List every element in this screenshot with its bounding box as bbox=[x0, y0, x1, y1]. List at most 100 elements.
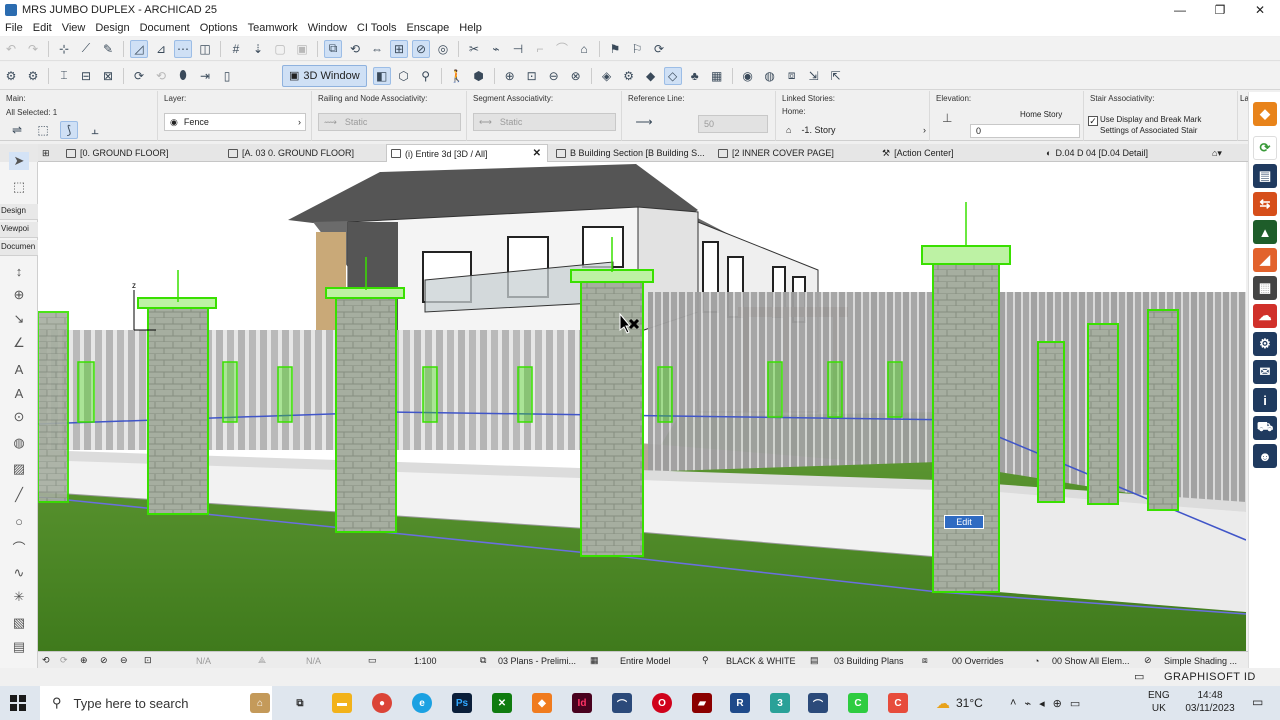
angle-dimension-tool-icon[interactable]: ∠ bbox=[9, 334, 29, 352]
window-icon[interactable]: ▭ bbox=[1134, 670, 1144, 683]
settings-gear-icon[interactable]: ⚙ bbox=[1253, 332, 1277, 356]
indesign-icon[interactable]: Id bbox=[572, 693, 592, 713]
label-tool-icon[interactable]: A bbox=[9, 384, 29, 402]
maximize-button[interactable]: ❐ bbox=[1200, 0, 1240, 20]
edge-icon[interactable]: e bbox=[412, 693, 432, 713]
section-icon[interactable]: ⊟ bbox=[77, 67, 95, 85]
xbox-icon[interactable]: ✕ bbox=[492, 693, 512, 713]
layer-combo-icon[interactable]: ⧉ bbox=[480, 653, 486, 668]
reference-line-field[interactable]: 50 bbox=[698, 115, 768, 133]
pen-set-value[interactable]: BLACK & WHITE bbox=[726, 653, 796, 668]
orientation-icon[interactable]: ⟁ bbox=[258, 653, 266, 668]
model-view-value[interactable]: Entire Model bbox=[620, 653, 671, 668]
tab-inner-cover-page[interactable]: [2 INNER COVER PAGE] bbox=[714, 144, 876, 162]
close-button[interactable]: ✕ bbox=[1240, 0, 1280, 20]
menu-ci-tools[interactable]: CI Tools bbox=[352, 22, 402, 34]
graphisoft-id-label[interactable]: GRAPHISOFT ID bbox=[1164, 671, 1256, 683]
orbit-icon[interactable]: ⊘ bbox=[412, 39, 430, 58]
layer-dropdown[interactable]: ◉ Fence › bbox=[164, 113, 306, 131]
fit-window-icon[interactable]: ⊡ bbox=[144, 653, 152, 668]
tab-d04-detail[interactable]: ◐ D.04 D 04 [D.04 Detail] bbox=[1042, 144, 1202, 162]
tab-list-dropdown[interactable]: ⌂▾ bbox=[1208, 144, 1244, 162]
zone-tool-icon[interactable]: ⊙ bbox=[9, 408, 29, 426]
tab-building-section[interactable]: B Building Section [B Building S... bbox=[552, 144, 712, 162]
menu-design[interactable]: Design bbox=[90, 22, 134, 34]
refresh-icon[interactable]: ⟳ bbox=[130, 67, 148, 85]
3d-viewport[interactable]: z Edit bbox=[38, 162, 1246, 651]
elevate-icon[interactable]: ⊞ bbox=[390, 39, 408, 58]
menu-options[interactable]: Options bbox=[195, 22, 243, 34]
home-story-label[interactable]: Home Story bbox=[1020, 110, 1062, 119]
file-explorer-icon[interactable]: ▬ bbox=[332, 693, 352, 713]
walk-icon[interactable]: 🚶 bbox=[448, 67, 466, 85]
zoom-out-3d-icon[interactable]: ⊖ bbox=[545, 67, 563, 85]
design-palette-label[interactable]: Design bbox=[0, 204, 38, 220]
sketchup-icon[interactable]: ◆ bbox=[532, 693, 552, 713]
menu-help[interactable]: Help bbox=[454, 22, 487, 34]
slab-icon[interactable]: ▦ bbox=[708, 67, 726, 85]
house-app-icon[interactable]: ⌂ bbox=[250, 693, 270, 713]
autocad-icon[interactable]: ▰ bbox=[692, 693, 712, 713]
camera-icon[interactable]: ◉ bbox=[739, 67, 757, 85]
hatch-tool-icon[interactable]: ◍ bbox=[9, 434, 29, 452]
chevron-up-icon[interactable]: ˄ bbox=[1010, 697, 1016, 709]
tab-entire-3d[interactable]: (i) Entire 3d [3D / All] ✕ bbox=[386, 144, 548, 162]
account-icon[interactable]: ☻ bbox=[1253, 444, 1277, 468]
menu-file[interactable]: File bbox=[0, 22, 28, 34]
undo-zoom-icon[interactable]: ⟲ bbox=[42, 653, 50, 668]
tab-ground-floor[interactable]: [0. GROUND FLOOR] bbox=[62, 144, 222, 162]
undo-icon[interactable]: ↶ bbox=[2, 40, 20, 58]
scale-icon[interactable]: ▭ bbox=[368, 653, 377, 668]
adjust-icon[interactable]: ⊣ bbox=[509, 40, 527, 58]
scale-value[interactable]: 1:100 bbox=[414, 653, 437, 668]
redo-zoom-icon[interactable]: ⟳ bbox=[60, 653, 68, 668]
dimension-icon[interactable]: ⇲ bbox=[805, 67, 823, 85]
shading-value[interactable]: Simple Shading ... bbox=[1164, 653, 1237, 668]
layer-settings-icon[interactable]: ⧉ bbox=[324, 39, 342, 58]
document-palette-label[interactable]: Documen bbox=[0, 240, 38, 256]
menu-edit[interactable]: Edit bbox=[28, 22, 57, 34]
explore-icon[interactable]: ⬢ bbox=[470, 67, 488, 85]
drawing-tool-icon[interactable]: ▤ bbox=[9, 638, 29, 656]
favorites-icon[interactable]: ⟆ bbox=[60, 121, 78, 139]
arc-tool-icon[interactable]: ⌒ bbox=[9, 538, 29, 556]
weather-widget[interactable]: ☁ 31°C bbox=[936, 686, 983, 720]
tab-overview-icon[interactable]: ⊞ bbox=[38, 144, 62, 162]
rebuild-icon[interactable]: ⟲ bbox=[152, 67, 170, 85]
pen-set-icon[interactable]: ⚲ bbox=[702, 653, 709, 668]
3dsmax-icon[interactable]: 3 bbox=[770, 693, 790, 713]
menu-window[interactable]: Window bbox=[303, 22, 352, 34]
railing-settings-icon[interactable]: ⫠ bbox=[86, 121, 104, 139]
menu-view[interactable]: View bbox=[57, 22, 91, 34]
book-icon[interactable]: ◢ bbox=[1253, 248, 1277, 272]
pick-up-parameters-icon[interactable]: ⊹ bbox=[55, 40, 73, 58]
library-icon[interactable]: ▤ bbox=[1253, 164, 1277, 188]
checker-icon[interactable]: ▦ bbox=[1253, 276, 1277, 300]
constraint-icon[interactable]: ⋯ bbox=[174, 39, 192, 58]
arrow-tool-icon[interactable]: ➤ bbox=[9, 152, 29, 170]
reference-icon[interactable]: ▣ bbox=[293, 40, 311, 58]
edit-chip[interactable]: Edit bbox=[944, 515, 984, 529]
gravity-icon[interactable]: ⇣ bbox=[249, 40, 267, 58]
segment-dropdown[interactable]: ⟷ Static bbox=[473, 113, 616, 131]
reference-arrow-icon[interactable]: ⟶ bbox=[630, 113, 658, 131]
zoom-out-icon[interactable]: ⊖ bbox=[120, 653, 128, 668]
eyedropper-icon[interactable]: ✎ bbox=[99, 40, 117, 58]
sun-icon[interactable]: ◆ bbox=[642, 67, 660, 85]
measure-icon[interactable]: ⟋ bbox=[77, 40, 95, 58]
trim-icon[interactable]: ✂ bbox=[465, 40, 483, 58]
fill-tool-icon[interactable]: ▨ bbox=[9, 460, 29, 478]
radial-dimension-tool-icon[interactable]: ↘ bbox=[9, 310, 29, 328]
snap-guides-icon[interactable]: ⊿ bbox=[152, 40, 170, 58]
recorder-icon[interactable]: C bbox=[888, 693, 908, 713]
offset-icon[interactable]: ⌂ bbox=[575, 40, 593, 58]
layout-book-icon[interactable]: ⚙ bbox=[2, 67, 20, 85]
teamwork-reserve-icon[interactable]: ⚐ bbox=[628, 40, 646, 58]
tree-icon[interactable]: ▲ bbox=[1253, 220, 1277, 244]
hotspot-tool-icon[interactable]: ✳ bbox=[9, 588, 29, 606]
selection-3d-icon[interactable]: ◇ bbox=[663, 66, 682, 85]
fillet-icon[interactable]: ⌒ bbox=[553, 40, 571, 58]
fit-in-window-icon[interactable]: ⊡ bbox=[523, 67, 541, 85]
shading-icon[interactable]: ⊘ bbox=[1144, 653, 1152, 668]
3d-navigation-icon[interactable]: ◎ bbox=[434, 40, 452, 58]
